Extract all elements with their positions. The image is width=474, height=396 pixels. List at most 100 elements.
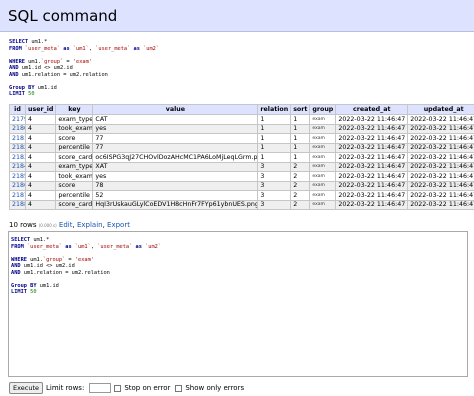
- sql-string: `um1`: [74, 243, 91, 250]
- cell-user-id: 4: [24, 114, 57, 125]
- cell-group: exam: [309, 199, 337, 210]
- query-line: LIMIT 50: [11, 289, 467, 296]
- separator: ,: [102, 221, 105, 229]
- cell-created-at: 2022-03-22 11:46:47: [335, 161, 409, 172]
- explain-link[interactable]: Explain: [77, 221, 103, 229]
- cell-created-at: 2022-03-22 11:46:47: [335, 142, 409, 153]
- table-row: 21884score_cardHqI3rUskauGLylCoEDV1H8cHn…: [9, 199, 474, 210]
- sql-keyword: FROM: [9, 45, 22, 52]
- row-edit-link[interactable]: 2182: [12, 144, 25, 151]
- edit-link[interactable]: Edit: [59, 221, 73, 229]
- row-edit-link[interactable]: 2185: [12, 173, 25, 180]
- cell-value: yes: [92, 123, 259, 134]
- row-edit-link[interactable]: 2179: [12, 116, 25, 123]
- limit-rows-label: Limit rows:: [46, 384, 85, 392]
- cell-updated-at: 2022-03-22 11:46:47: [407, 199, 474, 210]
- cell-created-at: 2022-03-22 11:46:47: [335, 123, 409, 134]
- sql-string: 'exam': [72, 58, 92, 65]
- table-row: 21804took_examyes11exam2022-03-22 11:46:…: [9, 123, 474, 134]
- stop-on-error-checkbox[interactable]: [114, 384, 122, 392]
- cell-created-at: 2022-03-22 11:46:47: [335, 180, 409, 191]
- execute-button[interactable]: Execute: [9, 382, 43, 394]
- cell-updated-at: 2022-03-22 11:46:47: [407, 133, 474, 144]
- sql-keyword: Group BY: [11, 282, 37, 289]
- cell-user-id: 4: [24, 161, 57, 172]
- cell-id: 2187: [9, 190, 26, 201]
- cell-group: exam: [309, 114, 337, 125]
- table-body: 21794exam_typeCAT11exam2022-03-22 11:46:…: [9, 114, 474, 210]
- column-header-created-at[interactable]: created_at: [335, 104, 409, 115]
- cell-id: 2186: [9, 180, 26, 191]
- cell-group: exam: [309, 142, 337, 153]
- column-header-user-id[interactable]: user_id: [24, 104, 57, 115]
- sql-text: um1.id: [34, 84, 57, 91]
- cell-created-at: 2022-03-22 11:46:47: [335, 190, 409, 201]
- column-header-key[interactable]: key: [55, 104, 94, 115]
- cell-sort: 1: [290, 142, 311, 153]
- cell-updated-at: 2022-03-22 11:46:47: [407, 171, 474, 182]
- column-header-relation[interactable]: relation: [257, 104, 292, 115]
- cell-relation: 3: [257, 171, 292, 182]
- sql-text: um1.relation = um2.relation: [18, 71, 108, 78]
- sql-text: um1.*: [28, 39, 48, 45]
- row-edit-link[interactable]: 2181: [12, 135, 25, 142]
- cell-id: 2180: [9, 123, 26, 134]
- table-row: 21834score_cardoc6ISPG3qJ27CHOvlDozAHcMC…: [9, 152, 474, 163]
- sql-keyword: WHERE: [9, 58, 25, 65]
- cell-group: exam: [309, 180, 337, 191]
- cell-relation: 3: [257, 180, 292, 191]
- cell-sort: 1: [290, 133, 311, 144]
- sql-text: =: [65, 256, 75, 263]
- cell-created-at: 2022-03-22 11:46:47: [335, 152, 409, 163]
- sql-keyword: AND: [11, 269, 21, 276]
- row-edit-link[interactable]: 2188: [12, 201, 25, 208]
- cell-id: 2184: [9, 161, 26, 172]
- limit-rows-input[interactable]: [89, 383, 112, 393]
- sql-editor[interactable]: SELECT um1.* FROM `user_meta` as `um1`, `…: [8, 231, 468, 377]
- sql-keyword: AND: [9, 71, 19, 78]
- export-link[interactable]: Export: [107, 221, 130, 229]
- cell-group: exam: [309, 171, 337, 182]
- cell-key: score_card: [55, 152, 94, 163]
- execute-bar: Execute Limit rows: Stop on error Show o…: [9, 382, 246, 394]
- cell-key: percentile: [55, 190, 94, 201]
- show-only-errors-label: Show only errors: [185, 384, 245, 392]
- column-header-updated-at[interactable]: updated_at: [407, 104, 474, 115]
- column-header-sort[interactable]: sort: [290, 104, 311, 115]
- cell-relation: 1: [257, 152, 292, 163]
- row-edit-link[interactable]: 2187: [12, 192, 25, 199]
- sql-editor-content[interactable]: SELECT um1.* FROM `user_meta` as `um1`, `…: [9, 232, 467, 296]
- cell-user-id: 4: [24, 142, 57, 153]
- column-header-id[interactable]: id: [9, 104, 26, 115]
- cell-key: score: [55, 180, 94, 191]
- cell-key: score_card: [55, 199, 94, 210]
- query-line: FROM `user_meta` as `um1`, `user_meta` a…: [9, 46, 159, 53]
- row-edit-link[interactable]: 2184: [12, 163, 25, 170]
- stop-on-error-label: Stop on error: [124, 384, 171, 392]
- cell-key: percentile: [55, 142, 94, 153]
- sql-text: um1.relation = um2.relation: [20, 269, 110, 276]
- sql-keyword: SELECT: [9, 39, 29, 45]
- row-edit-link[interactable]: 2186: [12, 182, 25, 189]
- page-header: SQL command: [0, 0, 474, 32]
- cell-id: 2183: [9, 152, 26, 163]
- cell-updated-at: 2022-03-22 11:46:47: [407, 180, 474, 191]
- rows-count: 10 rows: [9, 221, 37, 229]
- cell-user-id: 4: [24, 133, 57, 144]
- sql-text: um1.id <> um2.id: [20, 263, 75, 269]
- column-header-group[interactable]: group: [309, 104, 337, 115]
- sql-keyword: WHERE: [11, 256, 27, 263]
- sql-string: `user_meta`: [26, 243, 63, 250]
- table-row: 21874percentile5232exam2022-03-22 11:46:…: [9, 190, 474, 201]
- cell-relation: 1: [257, 123, 292, 134]
- sql-string: `user_meta`: [24, 45, 61, 52]
- cell-created-at: 2022-03-22 11:46:47: [335, 171, 409, 182]
- cell-sort: 2: [290, 161, 311, 172]
- row-edit-link[interactable]: 2180: [12, 125, 25, 132]
- sql-string: `um2`: [145, 243, 162, 250]
- sql-string: `um2`: [143, 45, 160, 52]
- column-header-value[interactable]: value: [92, 104, 259, 115]
- show-only-errors-checkbox[interactable]: [175, 384, 183, 392]
- row-edit-link[interactable]: 2183: [12, 154, 25, 161]
- sql-text: um1.*: [30, 237, 50, 243]
